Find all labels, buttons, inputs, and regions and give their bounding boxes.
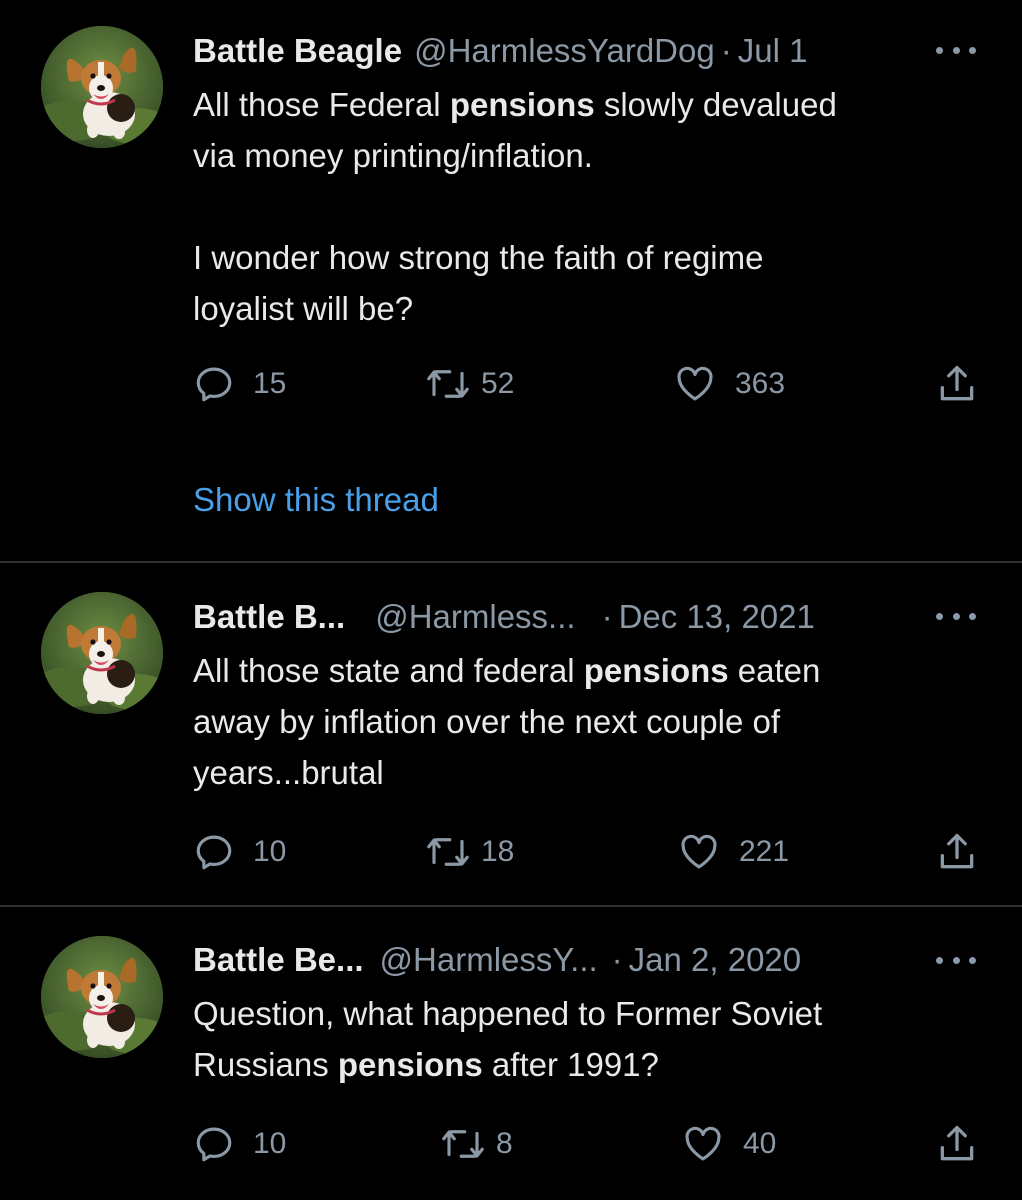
- separator-dot: ·: [720, 32, 732, 69]
- tweet-date[interactable]: Jan 2, 2020: [629, 941, 801, 978]
- heart-icon: [673, 363, 717, 405]
- reply-button[interactable]: 10: [193, 830, 286, 874]
- beagle-avatar[interactable]: [41, 592, 163, 714]
- highlighted-keyword: pensions: [583, 652, 729, 689]
- retweet-button[interactable]: 18: [425, 830, 514, 874]
- tweet-header: Battle Be... @HarmlessY... · Jan 2, 2020: [193, 938, 943, 982]
- more-options-icon[interactable]: [936, 40, 976, 60]
- retweet-icon: [440, 1123, 486, 1165]
- divider: [0, 905, 1022, 907]
- retweet-icon: [425, 363, 471, 405]
- more-options-icon[interactable]: [936, 606, 976, 626]
- retweet-button[interactable]: 8: [440, 1122, 513, 1166]
- like-count: 40: [743, 1127, 777, 1160]
- user-handle[interactable]: @HarmlessYardDog: [414, 32, 715, 69]
- share-icon[interactable]: [935, 362, 979, 411]
- separator-dot: ·: [611, 941, 623, 978]
- tweet-text-segment: after 1991?: [482, 1046, 659, 1083]
- tweet-date[interactable]: Jul 1: [738, 32, 808, 69]
- reply-count: 10: [253, 1127, 287, 1160]
- tweet-body: All those state and federal pensions eat…: [193, 645, 943, 798]
- reply-icon: [193, 831, 235, 873]
- like-button[interactable]: 363: [673, 362, 785, 406]
- retweet-icon: [425, 831, 471, 873]
- display-name[interactable]: Battle Beagle: [193, 32, 402, 69]
- divider: [0, 561, 1022, 563]
- retweet-button[interactable]: 52: [425, 362, 514, 406]
- like-button[interactable]: 221: [677, 830, 789, 874]
- user-handle[interactable]: @HarmlessY...: [380, 941, 598, 978]
- display-name[interactable]: Battle B...: [193, 598, 345, 635]
- reply-count: 15: [253, 367, 287, 400]
- tweet-date[interactable]: Dec 13, 2021: [619, 598, 815, 635]
- heart-icon: [677, 831, 721, 873]
- separator-dot: ·: [601, 598, 613, 635]
- share-icon[interactable]: [935, 1122, 979, 1171]
- show-thread-link[interactable]: Show this thread: [193, 478, 439, 522]
- beagle-avatar[interactable]: [41, 26, 163, 148]
- like-count: 221: [739, 835, 790, 868]
- retweet-count: 52: [481, 367, 515, 400]
- tweet-body: All those Federal pensions slowly devalu…: [193, 79, 943, 334]
- tweet-text-segment: All those state and federal: [193, 652, 584, 689]
- reply-button[interactable]: 10: [193, 1122, 286, 1166]
- user-handle[interactable]: @Harmless...: [375, 598, 575, 635]
- reply-button[interactable]: 15: [193, 362, 286, 406]
- tweet-actions: 15 52 363: [193, 362, 983, 406]
- tweet-text-segment: All those Federal: [193, 86, 450, 123]
- tweet-header: Battle Beagle @HarmlessYardDog · Jul 1: [193, 29, 943, 73]
- retweet-count: 18: [481, 835, 515, 868]
- reply-count: 10: [253, 835, 287, 868]
- retweet-count: 8: [496, 1127, 513, 1160]
- reply-icon: [193, 1123, 235, 1165]
- tweet-actions: 10 8 40: [193, 1122, 983, 1166]
- share-icon[interactable]: [935, 830, 979, 879]
- tweet-header: Battle B... @Harmless... · Dec 13, 2021: [193, 595, 943, 639]
- more-options-icon[interactable]: [936, 950, 976, 970]
- highlighted-keyword: pensions: [449, 86, 595, 123]
- like-count: 363: [735, 367, 786, 400]
- beagle-avatar[interactable]: [41, 936, 163, 1058]
- like-button[interactable]: 40: [681, 1122, 776, 1166]
- highlighted-keyword: pensions: [337, 1046, 483, 1083]
- reply-icon: [193, 363, 235, 405]
- tweet-actions: 10 18 221: [193, 830, 983, 874]
- heart-icon: [681, 1123, 725, 1165]
- tweet-body: Question, what happened to Former Soviet…: [193, 988, 943, 1090]
- display-name[interactable]: Battle Be...: [193, 941, 364, 978]
